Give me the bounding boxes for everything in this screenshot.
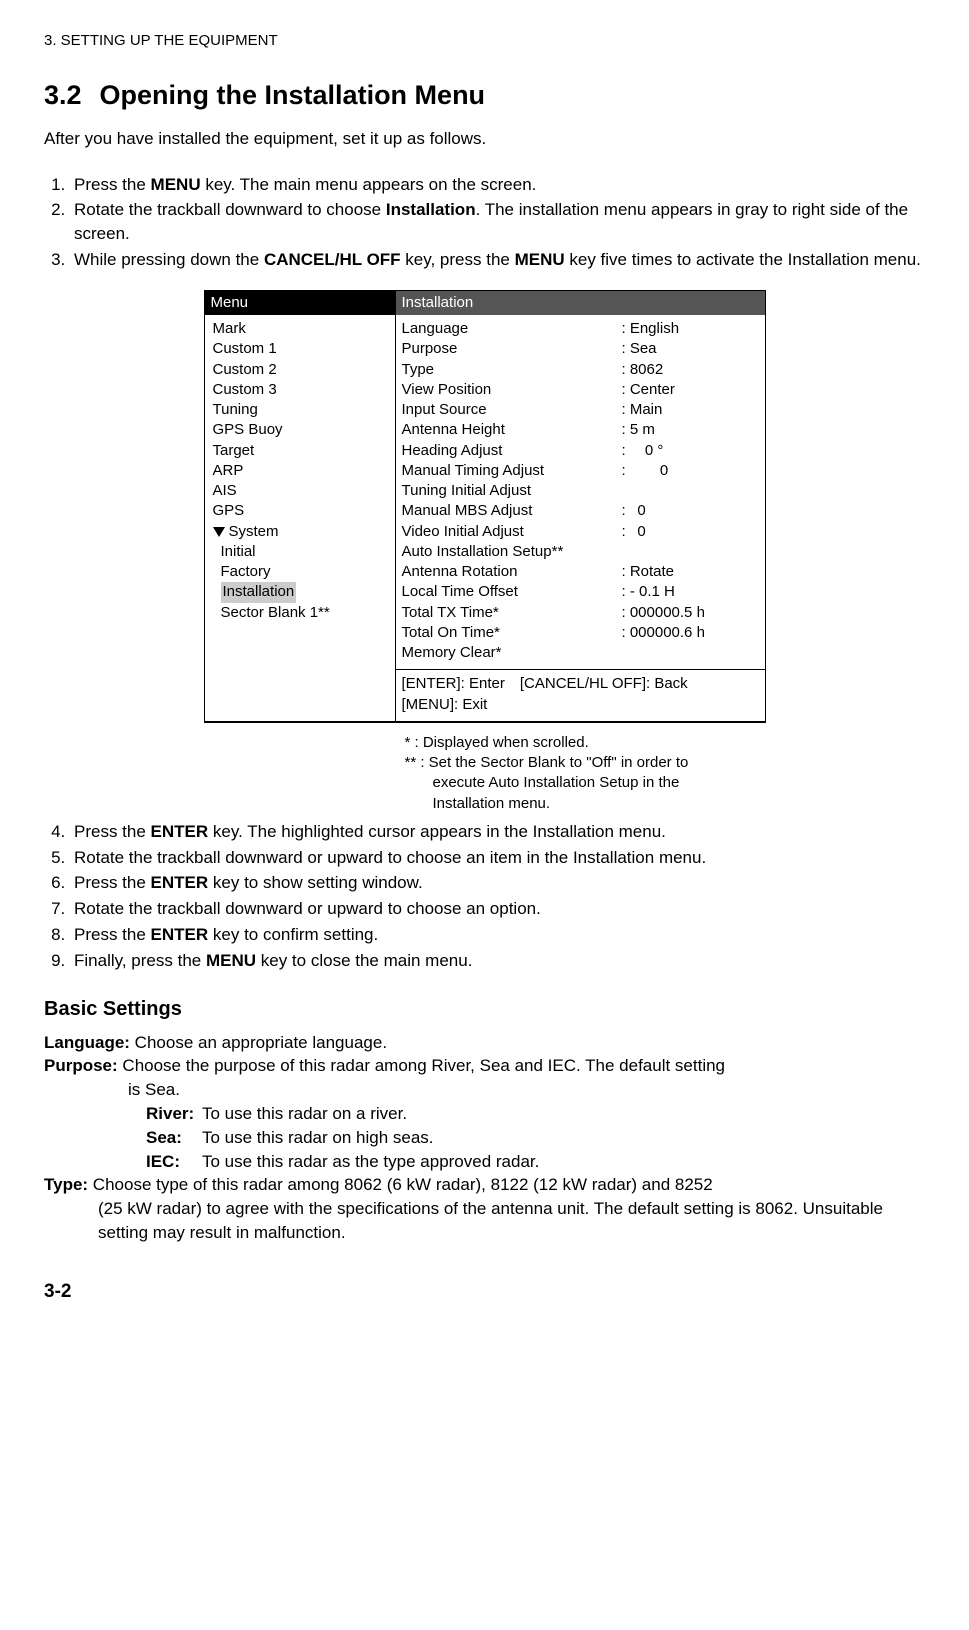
definitions: Language: Choose an appropriate language… [44, 1031, 925, 1245]
def-purpose: Purpose: Choose the purpose of this rada… [44, 1054, 925, 1078]
row-headingadj-v: : 0 ° [622, 441, 664, 461]
def-river: River:To use this radar on a river. [146, 1102, 925, 1126]
step-1: Press the MENU key. The main menu appear… [70, 173, 925, 197]
step-9: Finally, press the MENU key to close the… [70, 949, 925, 973]
row-manualtiming-k: Manual Timing Adjust [402, 461, 622, 481]
row-totaltx-k: Total TX Time* [402, 603, 622, 623]
menu-item-factory: Factory [211, 562, 391, 582]
menu-item-tuning: Tuning [211, 400, 391, 420]
footnote-2b: execute Auto Installation Setup in the [405, 773, 765, 793]
section-number: 3.2 [44, 80, 82, 110]
footer-line-2: [MENU]: Exit [402, 695, 759, 715]
step-3: While pressing down the CANCEL/HL OFF ke… [70, 248, 925, 272]
menu-item-custom1: Custom 1 [211, 339, 391, 359]
menu-item-sectorblank: Sector Blank 1** [211, 603, 391, 623]
def-sea: Sea:To use this radar on high seas. [146, 1126, 925, 1150]
row-localtime-k: Local Time Offset [402, 582, 622, 602]
menu-item-custom3: Custom 3 [211, 380, 391, 400]
row-antrot-v: : Rotate [622, 562, 675, 582]
footnote-2a: ** : Set the Sector Blank to "Off" in or… [405, 753, 765, 773]
install-footer: [ENTER]: Enter [CANCEL/HL OFF]: Back [ME… [396, 670, 765, 721]
step-2: Rotate the trackball downward to choose … [70, 198, 925, 246]
menu-item-ais: AIS [211, 481, 391, 501]
menu-item-arp: ARP [211, 461, 391, 481]
figure-wrap: Menu Mark Custom 1 Custom 2 Custom 3 Tun… [44, 290, 925, 723]
row-antheight-v: : 5 m [622, 420, 655, 440]
row-type-v: : 8062 [622, 360, 664, 380]
def-purpose-2: is Sea. [128, 1078, 925, 1102]
row-totaltx-v: : 000000.5 h [622, 603, 705, 623]
row-memclear-k: Memory Clear* [402, 643, 622, 663]
row-inputsrc-k: Input Source [402, 400, 622, 420]
menu-item-installation-wrap: Installation [211, 582, 391, 602]
row-type-k: Type [402, 360, 622, 380]
step-5: Rotate the trackball downward or upward … [70, 846, 925, 870]
figure-footnotes: * : Displayed when scrolled. ** : Set th… [205, 733, 765, 814]
intro-paragraph: After you have installed the equipment, … [44, 127, 925, 151]
menu-item-gpsbuoy: GPS Buoy [211, 420, 391, 440]
row-antrot-k: Antenna Rotation [402, 562, 622, 582]
menu-figure: Menu Mark Custom 1 Custom 2 Custom 3 Tun… [204, 290, 766, 723]
row-manualmbs-k: Manual MBS Adjust [402, 501, 622, 521]
row-totalon-v: : 000000.6 h [622, 623, 705, 643]
row-viewpos-v: : Center [622, 380, 675, 400]
row-localtime-v: : - 0.1 H [622, 582, 675, 602]
chapter-line: 3. SETTING UP THE EQUIPMENT [44, 30, 925, 51]
def-iec: IEC:To use this radar as the type approv… [146, 1150, 925, 1174]
install-column: Installation Language: English Purpose: … [396, 291, 765, 721]
menu-item-gps: GPS [211, 501, 391, 521]
def-type-2: (25 kW radar) to agree with the specific… [98, 1197, 925, 1245]
row-antheight-k: Antenna Height [402, 420, 622, 440]
row-headingadj-k: Heading Adjust [402, 441, 622, 461]
row-manualtiming-v: : 0 [622, 461, 669, 481]
row-viewpos-k: View Position [402, 380, 622, 400]
steps-list-2: Press the ENTER key. The highlighted cur… [44, 820, 925, 973]
row-videoinit-v: : 0 [622, 522, 646, 542]
install-header: Installation [396, 291, 765, 315]
basic-settings-heading: Basic Settings [44, 995, 925, 1023]
row-videoinit-k: Video Initial Adjust [402, 522, 622, 542]
row-purpose-k: Purpose [402, 339, 622, 359]
step-8: Press the ENTER key to confirm setting. [70, 923, 925, 947]
menu-header: Menu [205, 291, 395, 315]
row-language-k: Language [402, 319, 622, 339]
def-language: Language: Choose an appropriate language… [44, 1031, 925, 1055]
step-6: Press the ENTER key to show setting wind… [70, 871, 925, 895]
triangle-down-icon [213, 527, 225, 537]
menu-item-target: Target [211, 441, 391, 461]
menu-item-mark: Mark [211, 319, 391, 339]
page-number: 3-2 [44, 1279, 925, 1306]
section-title-text: Opening the Installation Menu [100, 80, 486, 110]
row-tuninginit-k: Tuning Initial Adjust [402, 481, 622, 501]
menu-item-custom2: Custom 2 [211, 360, 391, 380]
step-4: Press the ENTER key. The highlighted cur… [70, 820, 925, 844]
footer-line-1: [ENTER]: Enter [CANCEL/HL OFF]: Back [402, 674, 759, 694]
row-purpose-v: : Sea [622, 339, 657, 359]
menu-item-installation: Installation [221, 582, 297, 602]
menu-item-initial: Initial [211, 542, 391, 562]
menu-item-system: System [211, 522, 391, 542]
row-inputsrc-v: : Main [622, 400, 663, 420]
menu-column: Menu Mark Custom 1 Custom 2 Custom 3 Tun… [205, 291, 396, 721]
row-autoinstall-k: Auto Installation Setup** [402, 542, 622, 562]
row-language-v: : English [622, 319, 680, 339]
menu-body: Mark Custom 1 Custom 2 Custom 3 Tuning G… [205, 315, 395, 631]
install-body: Language: English Purpose: Sea Type: 806… [396, 315, 765, 670]
def-type: Type: Choose type of this radar among 80… [44, 1173, 925, 1197]
steps-list-1: Press the MENU key. The main menu appear… [44, 173, 925, 272]
row-manualmbs-v: : 0 [622, 501, 646, 521]
footnote-1: * : Displayed when scrolled. [405, 733, 765, 753]
footnote-2c: Installation menu. [405, 794, 765, 814]
step-7: Rotate the trackball downward or upward … [70, 897, 925, 921]
row-totalon-k: Total On Time* [402, 623, 622, 643]
section-title: 3.2 Opening the Installation Menu [44, 77, 925, 115]
